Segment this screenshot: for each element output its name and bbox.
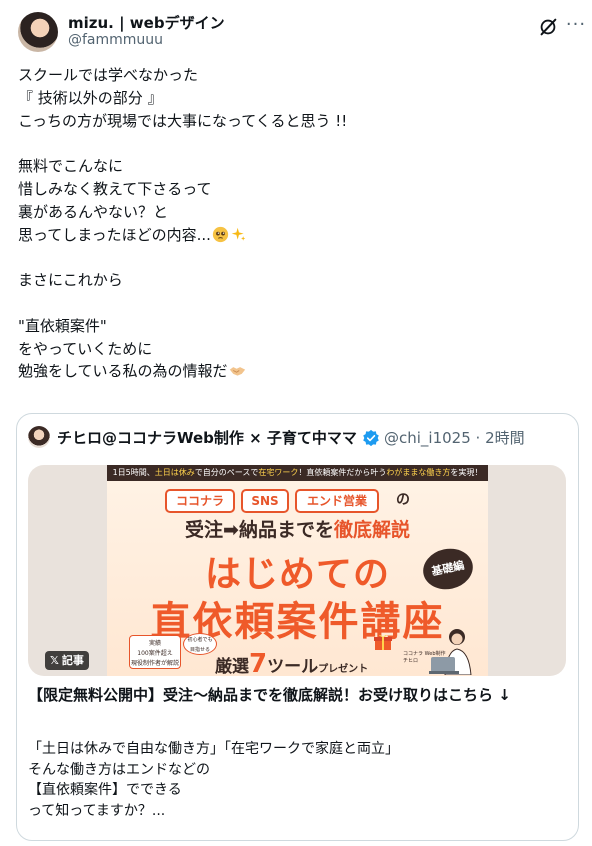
post-line: スクールでは学べなかった <box>18 66 199 84</box>
display-name[interactable]: mizu. | webデザイン <box>68 12 225 33</box>
post-header: mizu. | webデザイン @fammmuuu ··· <box>18 10 585 54</box>
more-options-icon[interactable]: ··· <box>564 14 588 38</box>
article-excerpt: 「土日は休みで自由な働き方」「在宅ワークで家庭と両立」 そんな働き方はエンドなど… <box>28 739 573 821</box>
article-label-pill: 𝕏 記事 <box>45 651 89 670</box>
grok-icon[interactable] <box>537 16 559 38</box>
chip-coconala: ココナラ <box>165 489 235 513</box>
verified-badge-icon <box>363 429 379 447</box>
post-line: 勉強をしている私の為の情報だ <box>18 362 228 381</box>
present-text: 厳選7ツールプレゼント <box>215 649 369 676</box>
chip-sns: SNS <box>241 489 289 513</box>
chip-end-sales: エンド営業 <box>295 489 379 513</box>
excerpt-line: 【直依頼案件】でできる <box>28 782 182 798</box>
beginner-bubble: 初心者でも 目指せる <box>183 633 217 655</box>
quoted-post-card[interactable]: チヒロ@ココナラWeb制作 × 子育て中ママ @chi_i1025 · 2時間 … <box>16 413 579 841</box>
post-line: 『 技術以外の部分 』 <box>18 88 163 107</box>
post-line: をやっていくために <box>18 339 153 358</box>
post-line: 裏があるんやない？と <box>18 202 169 221</box>
sparkles-icon <box>231 227 246 241</box>
article-cover-image[interactable]: 1日5時間、土日は休みで自分のペースで在宅ワーク！直依頼案件だから叶うわがままな… <box>28 465 566 676</box>
person-at-laptop-icon <box>429 629 472 675</box>
quoted-avatar[interactable] <box>28 426 50 448</box>
post-line: 無料でこんなに <box>18 157 124 176</box>
post-line: 思ってしまったほどの内容... <box>18 225 211 244</box>
post-line: "直依頼案件" <box>18 316 107 335</box>
avatar[interactable] <box>18 12 58 52</box>
post-text: スクールでは学べなかった 『 技術以外の部分 』 こっちの方が現場では大事になっ… <box>18 64 578 383</box>
quoted-handle-time: @chi_i1025 · 2時間 <box>384 429 525 447</box>
banner-top-strip: 1日5時間、土日は休みで自分のペースで在宅ワーク！直依頼案件だから叶うわがままな… <box>107 465 488 481</box>
cover-subtitle: 受注➡納品までを徹底解説 <box>185 519 410 541</box>
achievement-badge: 実績 100案件超え 現役制作者が解説 <box>129 635 181 669</box>
post-line: まさにこれから <box>18 271 123 290</box>
pleading-face-icon <box>212 226 229 242</box>
chip-suffix: の <box>396 492 410 508</box>
article-title[interactable]: 【限定無料公開中】受注〜納品までを徹底解説！お受け取りはこちら ↓ <box>28 684 573 706</box>
post-line: こっちの方が現場では大事になってくると思う !! <box>18 111 348 130</box>
excerpt-line: って知ってますか？... <box>28 802 166 819</box>
x-logo-icon: 𝕏 <box>50 654 59 667</box>
gift-icon <box>374 634 392 650</box>
handle[interactable]: @fammmuuu <box>68 32 163 48</box>
handshake-icon <box>229 367 245 376</box>
quoted-display-name[interactable]: チヒロ@ココナラWeb制作 × 子育て中ママ <box>57 427 357 448</box>
excerpt-line: そんな働き方はエンドなどの <box>28 761 210 778</box>
post-line: 惜しみなく教えて下さるって <box>18 179 212 198</box>
excerpt-line: 「土日は休みで自由な働き方」「在宅ワークで家庭と両立」 <box>28 741 399 757</box>
cover-banner: 1日5時間、土日は休みで自分のペースで在宅ワーク！直依頼案件だから叶うわがままな… <box>107 465 488 676</box>
